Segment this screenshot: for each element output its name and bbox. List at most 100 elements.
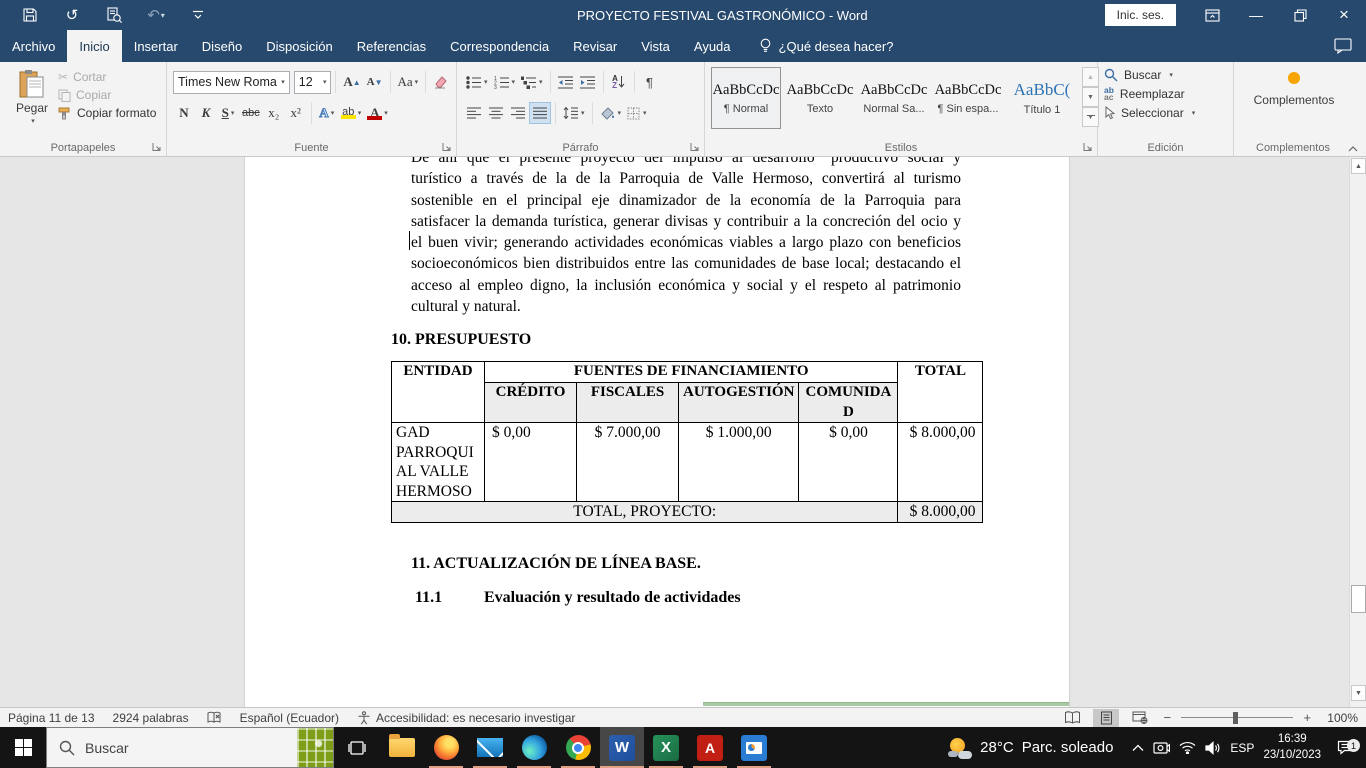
table-cell-total-label[interactable]: TOTAL, PROYECTO: bbox=[392, 502, 898, 523]
document-canvas[interactable]: De ahí que el presente proyecto del impu… bbox=[0, 157, 1366, 707]
styles-more-icon[interactable]: ▼ bbox=[1082, 107, 1099, 127]
taskbar-excel-icon[interactable]: X bbox=[644, 727, 688, 768]
italic-button[interactable]: K bbox=[195, 102, 217, 124]
paragraph-line[interactable]: turístico a través de la de la Parroquia… bbox=[411, 168, 961, 189]
change-case-button[interactable]: Aa bbox=[395, 71, 421, 93]
taskbar-file-explorer-icon[interactable] bbox=[380, 727, 424, 768]
styles-scroll-down-icon[interactable]: ▼ bbox=[1082, 87, 1099, 107]
taskbar-mail-icon[interactable] bbox=[468, 727, 512, 768]
sort-icon[interactable]: AZ bbox=[608, 71, 630, 93]
word-count[interactable]: 2924 palabras bbox=[113, 711, 189, 725]
minimize-button[interactable]: — bbox=[1234, 0, 1278, 30]
input-language[interactable]: ESP bbox=[1230, 741, 1254, 755]
paragraph-line[interactable]: socioeconómicos bien distribuidos entre … bbox=[411, 253, 961, 274]
restore-button[interactable] bbox=[1278, 0, 1322, 30]
paragraph-line[interactable]: De ahí que el presente proyecto del impu… bbox=[411, 157, 961, 168]
read-mode-icon[interactable] bbox=[1059, 709, 1085, 727]
table-header-autogestion[interactable]: AUTOGESTIÓN bbox=[679, 383, 799, 423]
close-button[interactable]: × bbox=[1322, 0, 1366, 30]
align-center-icon[interactable] bbox=[485, 102, 507, 124]
clock[interactable]: 16:39 23/10/2023 bbox=[1263, 732, 1321, 763]
page-indicator[interactable]: Página 11 de 13 bbox=[8, 711, 95, 725]
meet-now-icon[interactable] bbox=[1153, 741, 1170, 755]
paste-button[interactable]: Pegar bbox=[6, 66, 58, 140]
zoom-out-button[interactable]: − bbox=[1161, 710, 1173, 725]
clear-formatting-icon[interactable] bbox=[430, 71, 452, 93]
customize-qat-icon[interactable] bbox=[188, 5, 208, 25]
increase-indent-icon[interactable] bbox=[577, 71, 599, 93]
collapse-ribbon-icon[interactable] bbox=[1348, 146, 1358, 152]
font-color-button[interactable]: A bbox=[364, 102, 391, 124]
style-normal-sa[interactable]: AaBbCcDc Normal Sa... bbox=[859, 67, 929, 129]
decrease-indent-icon[interactable] bbox=[555, 71, 577, 93]
tab-vista[interactable]: Vista bbox=[629, 30, 682, 62]
scroll-down-icon[interactable]: ▼ bbox=[1351, 685, 1366, 701]
styles-scroll-up-icon[interactable]: ▲ bbox=[1082, 67, 1099, 87]
table-cell-autogestion[interactable]: $ 1.000,00 bbox=[679, 423, 799, 502]
borders-icon[interactable] bbox=[624, 102, 650, 124]
web-layout-icon[interactable] bbox=[1127, 709, 1153, 727]
tab-insertar[interactable]: Insertar bbox=[122, 30, 190, 62]
paragraph-line[interactable]: sostenible en el principal eje dinamizad… bbox=[411, 190, 961, 211]
bold-button[interactable]: N bbox=[173, 102, 195, 124]
language-indicator[interactable]: Español (Ecuador) bbox=[240, 711, 339, 725]
select-button[interactable]: Seleccionar bbox=[1104, 106, 1229, 120]
superscript-button[interactable]: x² bbox=[285, 102, 307, 124]
justify-icon[interactable] bbox=[529, 102, 551, 124]
zoom-in-button[interactable]: + bbox=[1301, 710, 1313, 725]
style-texto[interactable]: AaBbCcDc Texto bbox=[785, 67, 855, 129]
replace-button[interactable]: abac Reemplazar bbox=[1104, 87, 1229, 101]
line-spacing-icon[interactable] bbox=[560, 102, 588, 124]
scrollbar-thumb[interactable] bbox=[1351, 585, 1366, 613]
zoom-level[interactable]: 100% bbox=[1327, 711, 1358, 725]
align-right-icon[interactable] bbox=[507, 102, 529, 124]
paragraph-line[interactable]: cultural y natural. bbox=[411, 296, 961, 317]
table-header-fuentes[interactable]: FUENTES DE FINANCIAMIENTO bbox=[485, 362, 898, 383]
tab-referencias[interactable]: Referencias bbox=[345, 30, 438, 62]
multilevel-list-icon[interactable] bbox=[518, 71, 546, 93]
table-cell-row-total[interactable]: $ 8.000,00 bbox=[898, 423, 983, 502]
font-dialog-launcher-icon[interactable] bbox=[442, 142, 453, 153]
zoom-slider[interactable] bbox=[1181, 711, 1293, 725]
text-effects-button[interactable]: A bbox=[316, 102, 338, 124]
numbering-icon[interactable]: 123 bbox=[491, 71, 519, 93]
style-sin-espaciado[interactable]: AaBbCcDc ¶ Sin espa... bbox=[933, 67, 1003, 129]
table-cell-fiscales[interactable]: $ 7.000,00 bbox=[577, 423, 679, 502]
align-left-icon[interactable] bbox=[463, 102, 485, 124]
sign-in-button[interactable]: Inic. ses. bbox=[1105, 4, 1176, 26]
taskbar-word-icon[interactable]: W bbox=[600, 727, 644, 768]
weather-widget[interactable]: 28°C Parc. soleado bbox=[948, 737, 1113, 759]
task-view-button[interactable] bbox=[334, 727, 380, 768]
paragraph-dialog-launcher-icon[interactable] bbox=[690, 142, 701, 153]
taskbar-presentation-app-icon[interactable] bbox=[732, 727, 776, 768]
table-header-total[interactable]: TOTAL bbox=[898, 362, 983, 423]
font-size-combo[interactable]: 12 bbox=[294, 71, 332, 94]
save-icon[interactable] bbox=[20, 5, 40, 25]
tray-expand-icon[interactable] bbox=[1132, 744, 1144, 752]
tab-revisar[interactable]: Revisar bbox=[561, 30, 629, 62]
grow-font-button[interactable]: A▲ bbox=[340, 71, 363, 93]
taskbar-firefox-icon[interactable] bbox=[424, 727, 468, 768]
taskbar-chrome-icon[interactable] bbox=[556, 727, 600, 768]
table-cell-comunidad[interactable]: $ 0,00 bbox=[799, 423, 898, 502]
subscript-button[interactable]: x₂ bbox=[263, 102, 285, 124]
table-header-entidad[interactable]: ENTIDAD bbox=[392, 362, 485, 423]
paragraph-line[interactable]: acceso al empleo digno, la inclusión eco… bbox=[411, 275, 961, 296]
style-normal[interactable]: AaBbCcDc ¶ Normal bbox=[711, 67, 781, 129]
vertical-scrollbar[interactable]: ▲ ▼ bbox=[1349, 157, 1366, 707]
ribbon-display-options-icon[interactable] bbox=[1190, 0, 1234, 30]
styles-dialog-launcher-icon[interactable] bbox=[1083, 142, 1094, 153]
print-layout-icon[interactable] bbox=[1093, 709, 1119, 727]
underline-button[interactable]: S bbox=[217, 102, 239, 124]
wifi-icon[interactable] bbox=[1179, 741, 1196, 754]
heading-presupuesto[interactable]: 10. PRESUPUESTO bbox=[391, 331, 1069, 349]
taskbar-edge-icon[interactable] bbox=[512, 727, 556, 768]
heading-evaluacion[interactable]: 11.1Evaluación y resultado de actividade… bbox=[415, 589, 1069, 607]
style-titulo-1[interactable]: AaBbC( Título 1 bbox=[1007, 67, 1077, 129]
taskbar-acrobat-icon[interactable]: A bbox=[688, 727, 732, 768]
table-cell-total-value[interactable]: $ 8.000,00 bbox=[898, 502, 983, 523]
document-paragraph[interactable]: De ahí que el presente proyecto del impu… bbox=[411, 157, 961, 317]
heading-actualizacion[interactable]: 11. ACTUALIZACIÓN DE LÍNEA BASE. bbox=[411, 555, 1069, 573]
table-header-comunidad[interactable]: COMUNIDA D bbox=[799, 383, 898, 423]
taskbar-search-input[interactable]: Buscar bbox=[46, 727, 334, 768]
